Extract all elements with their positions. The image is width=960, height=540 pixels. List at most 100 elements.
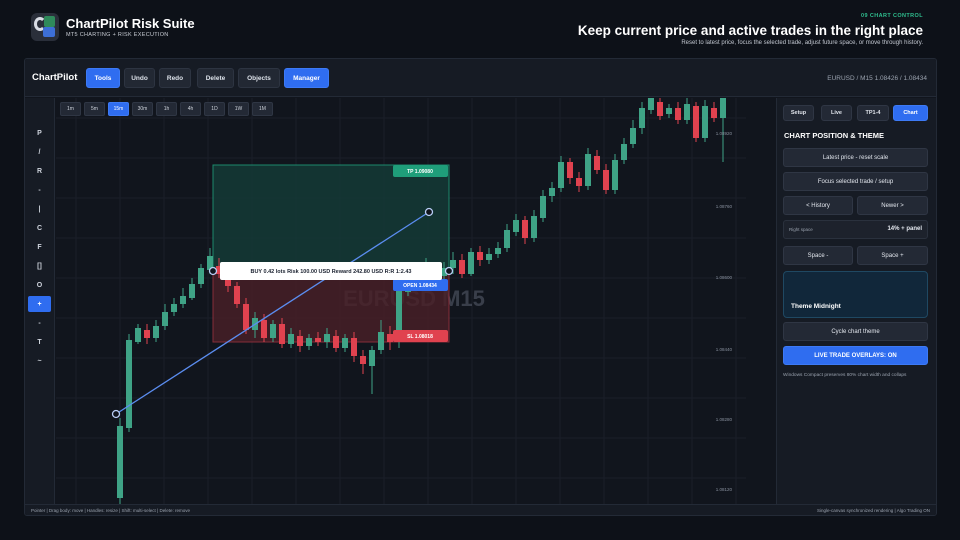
candle-body bbox=[351, 338, 357, 356]
tf-30m[interactable]: 30m bbox=[132, 102, 153, 116]
candle-body bbox=[495, 248, 501, 254]
candle-body bbox=[603, 170, 609, 190]
candle-body bbox=[360, 356, 366, 364]
tool-channel[interactable]: C bbox=[28, 220, 51, 236]
header: ChartPilot Risk Suite MT5 CHARTING + RIS… bbox=[0, 0, 960, 56]
drawing-toolbar: P / R - | C F [] O + - T ~ bbox=[25, 98, 55, 504]
position-handle-right[interactable] bbox=[444, 266, 454, 276]
candle-body bbox=[198, 268, 204, 284]
tab-live[interactable]: Live bbox=[821, 105, 852, 121]
tool-wave[interactable]: ~ bbox=[28, 353, 51, 369]
focus-trade-button[interactable]: Focus selected trade / setup bbox=[783, 172, 928, 191]
candle-body bbox=[378, 332, 384, 350]
right-space-row: Right space 14% + panel bbox=[783, 220, 928, 239]
candle-body bbox=[666, 108, 672, 114]
header-right: 09 CHART CONTROL Keep current price and … bbox=[503, 13, 923, 46]
main-toolbar: ChartPilot Tools Undo Redo Delete Object… bbox=[25, 59, 936, 97]
tf-1w[interactable]: 1W bbox=[228, 102, 249, 116]
candle-body bbox=[126, 340, 132, 428]
theme-preview[interactable]: Theme Midnight bbox=[783, 271, 928, 318]
candle-body bbox=[630, 128, 636, 144]
price-axis-label: 1.08120 bbox=[716, 487, 733, 492]
newer-button[interactable]: Newer > bbox=[857, 196, 928, 215]
tf-1m[interactable]: 1m bbox=[60, 102, 81, 116]
candle-body bbox=[261, 320, 267, 338]
manager-button[interactable]: Manager bbox=[284, 68, 329, 88]
space-minus-button[interactable]: Space - bbox=[783, 246, 853, 265]
tab-setup[interactable]: Setup bbox=[783, 105, 814, 121]
tf-15m[interactable]: 15m bbox=[108, 102, 129, 116]
candle-body bbox=[657, 102, 663, 116]
status-right: Single-canvas synchronized rendering | A… bbox=[817, 508, 930, 513]
tab-chart[interactable]: Chart bbox=[893, 105, 928, 121]
candle-body bbox=[522, 220, 528, 238]
candle-body bbox=[468, 252, 474, 274]
status-bar: Pointer | Drag body: move | Handles: res… bbox=[25, 504, 936, 515]
tool-ray[interactable]: R bbox=[28, 163, 51, 179]
candle-body bbox=[540, 196, 546, 218]
tf-1mo[interactable]: 1M bbox=[252, 102, 273, 116]
brand-label: ChartPilot bbox=[32, 72, 78, 83]
candle-body bbox=[450, 260, 456, 268]
candle-body bbox=[477, 252, 483, 260]
position-handle-left[interactable] bbox=[208, 266, 218, 276]
delete-button[interactable]: Delete bbox=[197, 68, 234, 88]
tool-text[interactable]: T bbox=[28, 334, 51, 350]
candle-body bbox=[513, 220, 519, 232]
tf-1h[interactable]: 1h bbox=[156, 102, 177, 116]
app-logo bbox=[31, 13, 59, 41]
candle-body bbox=[306, 338, 312, 346]
candle-body bbox=[612, 160, 618, 190]
candle-body bbox=[144, 330, 150, 338]
chart-control-panel: Setup Live TP1-4 Chart CHART POSITION & … bbox=[776, 98, 936, 504]
trend-handle-start[interactable] bbox=[111, 409, 121, 419]
tool-horizontal-line[interactable]: - bbox=[28, 182, 51, 198]
candle-body bbox=[639, 108, 645, 128]
candle-body bbox=[459, 260, 465, 274]
trend-handle-end[interactable] bbox=[424, 207, 434, 217]
objects-button[interactable]: Objects bbox=[238, 68, 280, 88]
candle-body bbox=[684, 104, 690, 120]
tool-vertical-line[interactable]: | bbox=[28, 201, 51, 217]
open-label: OPEN 1.08434 bbox=[403, 283, 437, 289]
tools-button[interactable]: Tools bbox=[86, 68, 120, 88]
tool-fibonacci[interactable]: F bbox=[28, 239, 51, 255]
candle-body bbox=[333, 336, 339, 348]
live-overlays-toggle[interactable]: LIVE TRADE OVERLAYS: ON bbox=[783, 346, 928, 365]
cycle-theme-button[interactable]: Cycle chart theme bbox=[783, 322, 928, 341]
tab-tp1-4[interactable]: TP1-4 bbox=[857, 105, 889, 121]
latest-price-button[interactable]: Latest price - reset scale bbox=[783, 148, 928, 167]
price-axis-label: 1.08920 bbox=[716, 131, 733, 136]
candle-body bbox=[621, 144, 627, 160]
headline: Keep current price and active trades in … bbox=[577, 23, 923, 38]
candle-body bbox=[504, 230, 510, 248]
redo-button[interactable]: Redo bbox=[159, 68, 191, 88]
tool-crosshair[interactable]: + bbox=[28, 296, 51, 312]
take-profit-zone[interactable] bbox=[212, 164, 450, 272]
candle-body bbox=[342, 338, 348, 348]
tool-pointer[interactable]: P bbox=[28, 125, 51, 141]
tf-4h[interactable]: 4h bbox=[180, 102, 201, 116]
candle-body bbox=[585, 154, 591, 186]
candle-body bbox=[135, 328, 141, 342]
candle-body bbox=[369, 350, 375, 366]
candle-body bbox=[288, 334, 294, 344]
tool-rectangle[interactable]: [] bbox=[28, 258, 51, 274]
candle-body bbox=[486, 254, 492, 260]
tool-minus[interactable]: - bbox=[28, 315, 51, 331]
undo-button[interactable]: Undo bbox=[124, 68, 155, 88]
price-chart[interactable]: EURUSD M15 TP 1.09080 OPEN 1.08434 SL 1.… bbox=[56, 98, 746, 504]
price-axis-label: 1.08600 bbox=[716, 275, 733, 280]
candle-body bbox=[162, 312, 168, 326]
right-space-value: 14% + panel bbox=[887, 226, 922, 232]
price-axis-label: 1.08440 bbox=[716, 347, 733, 352]
tool-ellipse[interactable]: O bbox=[28, 277, 51, 293]
candle-body bbox=[531, 216, 537, 238]
tf-1d[interactable]: 1D bbox=[204, 102, 225, 116]
history-button[interactable]: < History bbox=[783, 196, 853, 215]
tf-5m[interactable]: 5m bbox=[84, 102, 105, 116]
sl-label: SL 1.08018 bbox=[407, 334, 433, 340]
tool-line[interactable]: / bbox=[28, 144, 51, 160]
chart-area[interactable]: EURUSD M15 TP 1.09080 OPEN 1.08434 SL 1.… bbox=[56, 98, 746, 504]
space-plus-button[interactable]: Space + bbox=[857, 246, 928, 265]
